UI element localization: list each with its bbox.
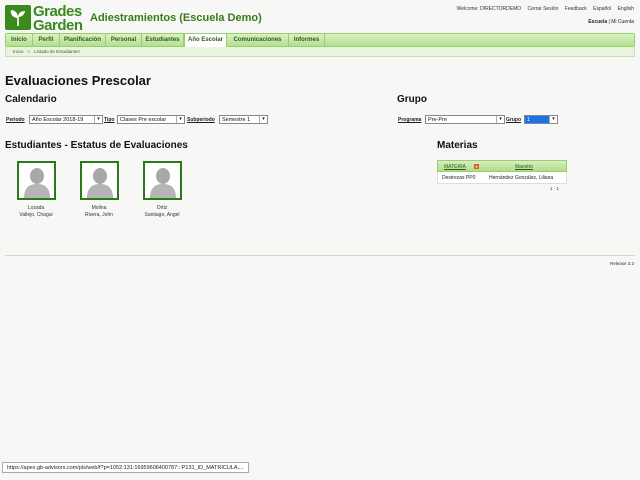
student-name-line2: Vallejo, Chagui	[19, 212, 53, 218]
periodo-label: Periodo	[6, 117, 25, 123]
materias-table-header: MATERIA ▾ Maestro	[437, 160, 567, 172]
release-label: Release 3.3	[609, 261, 634, 266]
subperiodo-select[interactable]: Semestre 1 ▾	[219, 115, 268, 124]
student-photo[interactable]	[142, 161, 182, 200]
tab-planificacion[interactable]: Planificación	[60, 34, 106, 46]
tab-comunicaciones[interactable]: Comunicaciones	[227, 34, 289, 46]
student-name-line1: Lozada	[27, 205, 45, 211]
periodo-select-value: Año Escolar 2018-19	[32, 117, 84, 123]
student-name-line1: Molina	[91, 205, 107, 211]
account-link[interactable]: Mi Cuenta	[611, 19, 634, 25]
col-maestro-header[interactable]: Maestro	[515, 164, 533, 170]
programa-select-value: Pre-Pre	[428, 117, 447, 123]
lang-en-link[interactable]: English	[618, 6, 634, 12]
logo-text-garden: Garden	[33, 17, 83, 34]
student-name-line1: Ortiz	[156, 205, 168, 211]
programa-select[interactable]: Pre-Pre ▾	[425, 115, 505, 124]
subperiodo-select-value: Semestre 1	[222, 117, 251, 123]
chevron-down-icon: ▾	[94, 116, 102, 123]
tipo-select-value: Clases Pre escolar	[120, 117, 167, 123]
tipo-select[interactable]: Clases Pre escolar ▾	[117, 115, 185, 124]
materias-table: MATERIA ▾ Maestro Destrezas PP0 Hernánde…	[437, 160, 567, 184]
col-materia-header[interactable]: MATERIA	[444, 164, 466, 170]
student-photo[interactable]	[16, 161, 56, 200]
grupo-label: Grupo	[506, 117, 521, 123]
breadcrumb-current[interactable]: Listado de Estudiantes	[34, 49, 80, 54]
student-photo[interactable]	[79, 161, 119, 200]
chevron-down-icon: ▾	[176, 116, 184, 123]
tab-inicio[interactable]: Inicio	[6, 34, 33, 46]
logout-link[interactable]: Cerrar Sesión	[528, 6, 559, 12]
student-name-line2: Santiago, Angel	[144, 212, 180, 218]
cell-materia: Destrezas PP0	[442, 175, 476, 181]
top-links: Welcome: DIRECTORDEMO Cerrar Sesión Feed…	[452, 6, 634, 12]
grupo-heading: Grupo	[397, 94, 427, 105]
grupo-select-value: 1	[527, 117, 531, 123]
tab-personal[interactable]: Personal	[106, 34, 142, 46]
calendario-heading: Calendario	[5, 94, 57, 105]
header: Grades Garden Adiestramientos (Escuela D…	[0, 0, 640, 34]
programa-label: Programa	[398, 117, 422, 123]
page-title: Evaluaciones Prescolar	[5, 73, 151, 88]
subperiodo-label: Subperiodo	[187, 117, 215, 123]
tipo-label: Tipo	[104, 117, 115, 123]
app-title: Adiestramientos (Escuela Demo)	[90, 12, 262, 24]
table-row[interactable]: Destrezas PP0 Hernández González, Lilian…	[437, 172, 567, 184]
tab-ano-escolar[interactable]: Año Escolar	[184, 33, 227, 47]
breadcrumb: Inicio > Listado de Estudiantes	[5, 47, 635, 57]
student-name-line2: Rivera, John	[84, 212, 114, 218]
chevron-down-icon: ▾	[259, 116, 267, 123]
student-card[interactable]: Molina Rivera, John	[74, 161, 124, 219]
chevron-down-icon: ▾	[496, 116, 504, 123]
person-silhouette-icon	[86, 168, 113, 198]
cell-maestro: Hernández González, Liliana	[489, 175, 554, 181]
lang-es-link[interactable]: Español	[593, 6, 611, 12]
feedback-link[interactable]: Feedback	[565, 6, 587, 12]
footer-divider	[5, 255, 635, 256]
main-tabbar: Inicio Perfil Planificación Personal Est…	[5, 33, 635, 47]
sort-desc-icon[interactable]: ▾	[474, 164, 479, 169]
grades-garden-logo[interactable]: Grades Garden	[5, 3, 85, 34]
chevron-down-icon: ▾	[549, 116, 557, 123]
logo-sprout-icon	[5, 5, 31, 30]
grupo-select[interactable]: 1 ▾	[524, 115, 558, 124]
periodo-select[interactable]: Año Escolar 2018-19 ▾	[29, 115, 103, 124]
student-card[interactable]: Lozada Vallejo, Chagui	[11, 161, 61, 219]
materias-heading: Materias	[437, 140, 478, 151]
tab-informes[interactable]: Informes	[289, 34, 325, 46]
breadcrumb-home[interactable]: Inicio	[13, 49, 24, 54]
browser-status-url: https://apex.gb-advisors.com/pls/web/f?p…	[2, 462, 249, 473]
school-link[interactable]: Escuela	[588, 19, 607, 25]
user-links: Escuela | Mi Cuenta	[588, 19, 634, 25]
person-silhouette-icon	[149, 168, 176, 198]
tab-estudiantes[interactable]: Estudiantes	[142, 34, 184, 46]
table-pager: 1 - 1	[550, 186, 560, 191]
student-card[interactable]: Ortiz Santiago, Angel	[137, 161, 187, 219]
person-silhouette-icon	[23, 168, 50, 198]
students-heading: Estudiantes - Estatus de Evaluaciones	[5, 140, 188, 151]
welcome-text: Welcome: DIRECTORDEMO	[456, 6, 522, 12]
tab-perfil[interactable]: Perfil	[33, 34, 60, 46]
